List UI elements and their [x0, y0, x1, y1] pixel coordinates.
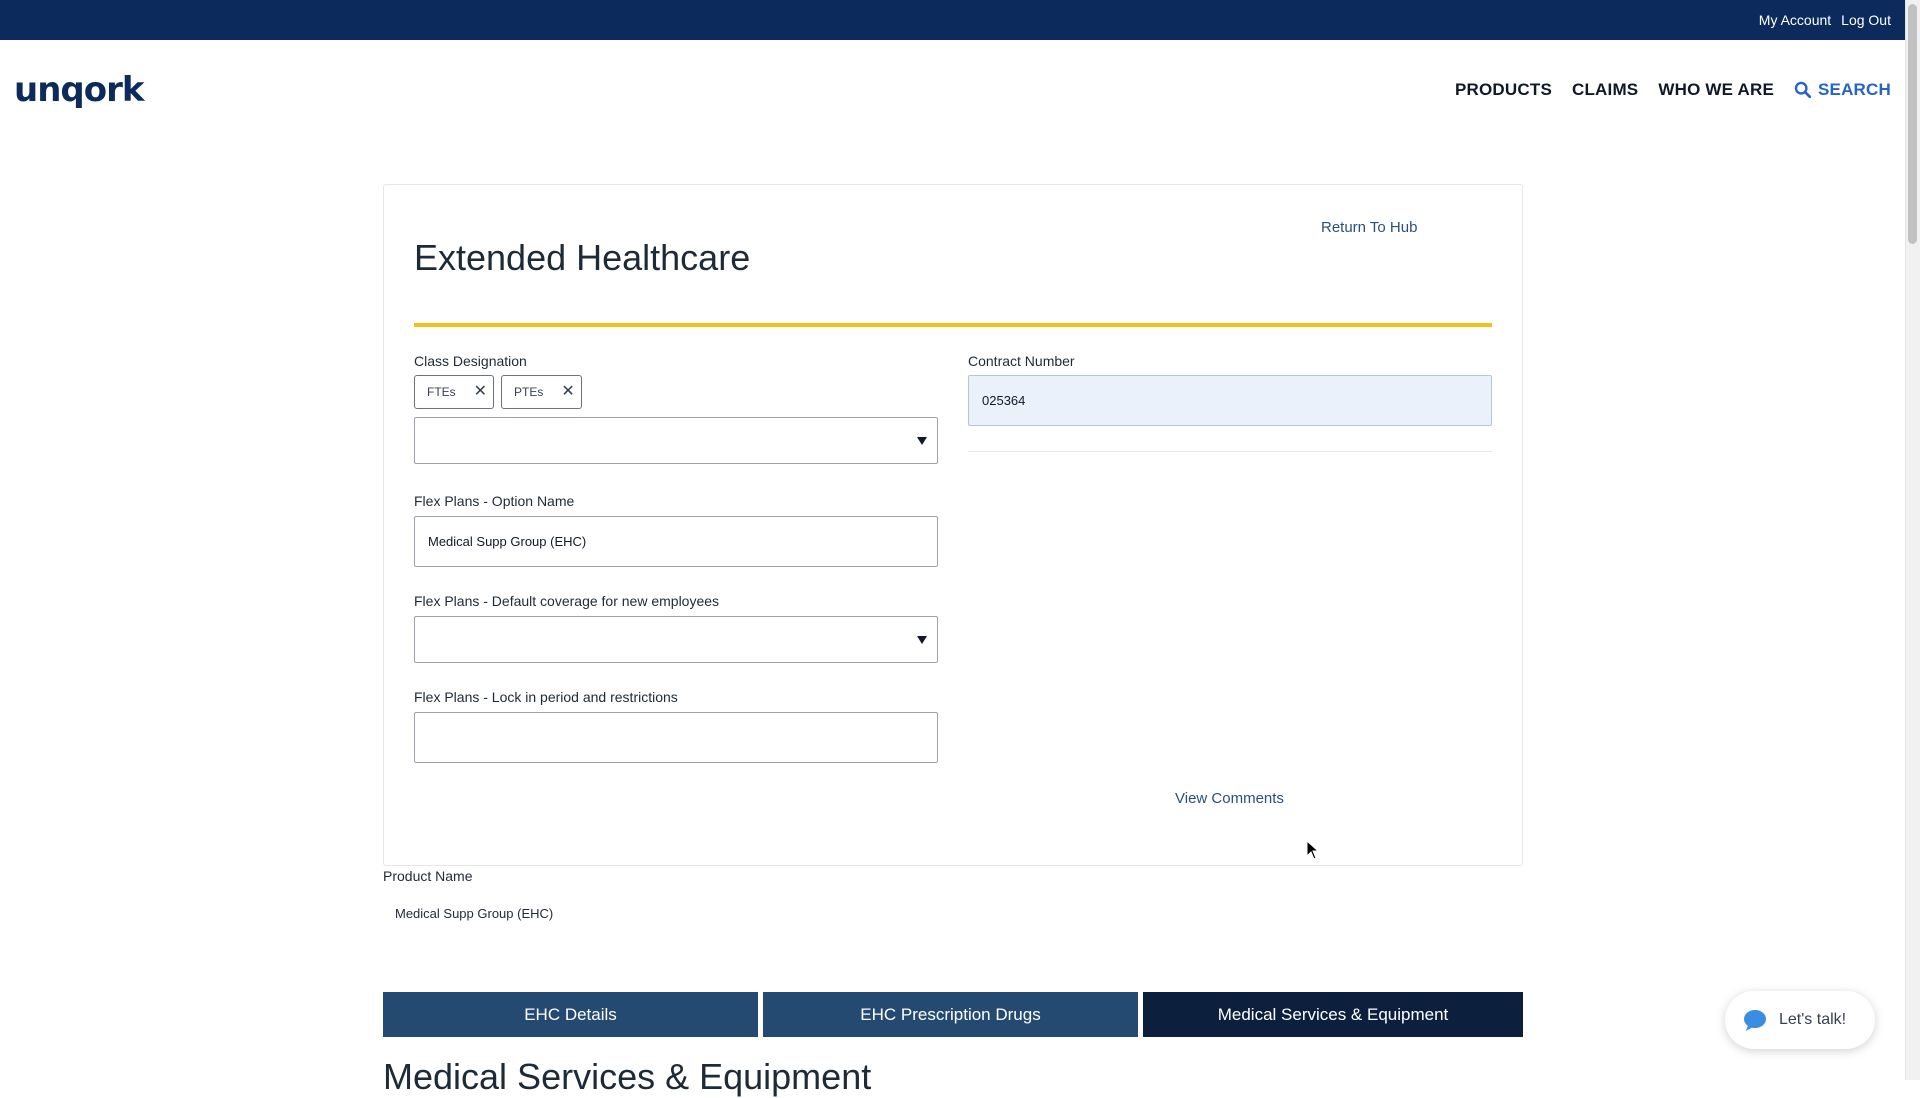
nav-claims[interactable]: CLAIMS: [1572, 80, 1638, 100]
flex-default-coverage-label: Flex Plans - Default coverage for new em…: [414, 593, 720, 609]
product-name-value: Medical Supp Group (EHC): [395, 906, 554, 921]
utility-bar: My Account Log Out: [0, 0, 1905, 40]
search-icon: [1794, 81, 1812, 99]
nav-products[interactable]: PRODUCTS: [1455, 80, 1552, 100]
flex-option-name-input[interactable]: [414, 516, 938, 567]
site-header: unqork PRODUCTS CLAIMS WHO WE ARE SEARCH: [0, 40, 1905, 140]
contract-number-label: Contract Number: [968, 353, 1075, 369]
caret-down-icon: [917, 635, 927, 644]
return-to-hub-link[interactable]: Return To Hub: [1321, 219, 1417, 236]
flex-default-coverage-select[interactable]: [414, 616, 938, 663]
tab-ehc-details[interactable]: EHC Details: [383, 992, 758, 1037]
scrollbar-thumb[interactable]: [1908, 4, 1917, 244]
search-label: SEARCH: [1818, 80, 1891, 99]
close-icon[interactable]: ✕: [474, 384, 487, 400]
flex-option-name-label: Flex Plans - Option Name: [414, 493, 575, 509]
class-designation-select[interactable]: [414, 417, 938, 464]
contract-divider: [968, 451, 1492, 452]
close-icon[interactable]: ✕: [561, 384, 574, 400]
nav-who-we-are[interactable]: WHO WE ARE: [1658, 80, 1774, 100]
nav-search[interactable]: SEARCH: [1794, 80, 1891, 100]
section-heading: Medical Services & Equipment: [383, 1056, 872, 1097]
tab-medical-services-equipment[interactable]: Medical Services & Equipment: [1143, 992, 1523, 1037]
page-title: Extended Healthcare: [414, 237, 751, 278]
class-chip-ftes: FTEs ✕: [414, 375, 494, 409]
tab-ehc-prescription-drugs[interactable]: EHC Prescription Drugs: [763, 992, 1138, 1037]
product-name-label: Product Name: [383, 868, 473, 884]
my-account-link[interactable]: My Account: [1759, 12, 1831, 28]
extended-healthcare-card: Return To Hub Extended Healthcare Class …: [383, 184, 1523, 866]
contract-number-input[interactable]: [968, 375, 1492, 426]
page-scrollbar[interactable]: [1905, 0, 1920, 1080]
chat-label: Let's talk!: [1779, 1011, 1847, 1028]
flex-lock-in-input[interactable]: [414, 712, 938, 763]
unqork-logo[interactable]: unqork: [14, 70, 144, 110]
class-designation-label: Class Designation: [414, 353, 527, 369]
chat-widget[interactable]: Let's talk!: [1725, 991, 1875, 1049]
mouse-cursor-icon: [1306, 840, 1320, 860]
caret-down-icon: [917, 436, 927, 445]
log-out-link[interactable]: Log Out: [1841, 12, 1891, 28]
chip-label: PTEs: [514, 385, 544, 399]
chip-label: FTEs: [427, 385, 456, 399]
view-comments-link[interactable]: View Comments: [1175, 790, 1284, 807]
chat-bubble-icon: [1744, 1010, 1766, 1031]
title-divider: [414, 323, 1492, 327]
main-nav: PRODUCTS CLAIMS WHO WE ARE SEARCH: [1455, 80, 1891, 100]
class-chip-ptes: PTEs ✕: [501, 375, 582, 409]
flex-lock-in-label: Flex Plans - Lock in period and restrict…: [414, 689, 678, 705]
